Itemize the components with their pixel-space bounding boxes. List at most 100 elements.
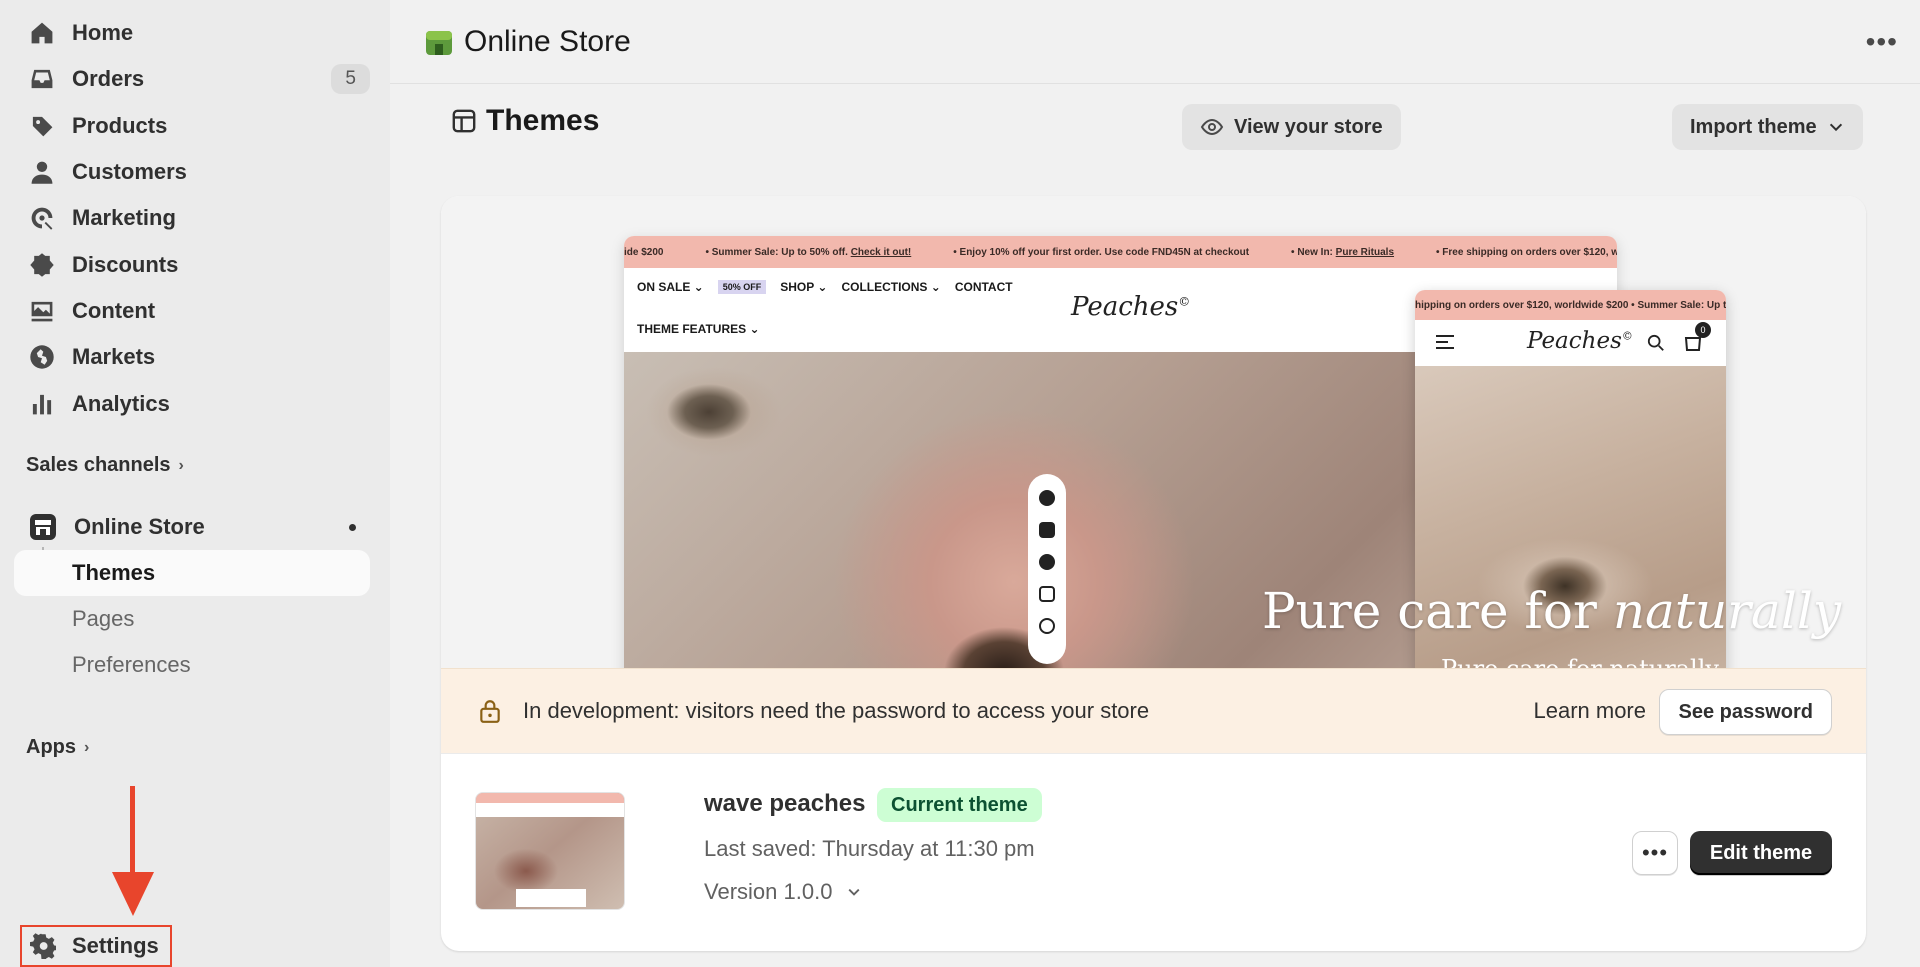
sidebar-item-settings[interactable]: Settings [20,925,172,967]
more-options-icon[interactable]: ••• [1866,26,1898,58]
sidebar-subitem-preferences[interactable]: Preferences [14,642,370,688]
online-store-logo-icon [426,30,452,55]
preview-nav-tag: 50% OFF [717,280,767,294]
edit-theme-button[interactable]: Edit theme [1690,831,1832,875]
sidebar-item-label: Products [72,112,168,138]
sidebar-item-label: Orders [72,66,145,92]
chevron-right-icon: › [178,456,184,474]
theme-thumbnail[interactable] [475,792,625,910]
sidebar-item-analytics[interactable]: Analytics [14,380,370,426]
inbox-icon [28,65,56,93]
import-theme-label: Import theme [1690,115,1817,138]
sidebar: Home Orders 5 Products Customers Marketi… [0,0,390,967]
main-content: Online Store ••• Themes View your store … [390,0,1920,967]
version-dropdown[interactable]: Version 1.0.0 [704,879,862,905]
sidebar-subitem-label: Pages [72,606,135,631]
mobile-navbar: Peaches© 0 [1415,320,1726,366]
bar-chart-icon [28,390,56,418]
sidebar-item-products[interactable]: Products [14,103,370,149]
preview-brand-logo: Peaches© [1071,292,1191,322]
last-saved-text: Last saved: Thursday at 11:30 pm [704,836,1035,861]
sidebar-subitem-themes[interactable]: Themes [14,550,370,596]
announcement-text: • Enjoy 10% off your first order. Use co… [953,246,1250,258]
page-header: Themes [452,104,599,138]
preview-nav-item: COLLECTIONS ⌄ [841,280,941,294]
thumbnail-announcement-bar [476,793,624,803]
preview-nav-item: ON SALE ⌄ [637,280,704,294]
pinterest-icon [1039,554,1055,570]
sidebar-item-discounts[interactable]: Discounts [14,241,370,287]
image-icon [28,297,56,325]
sidebar-item-label: Marketing [72,205,176,231]
sidebar-subitem-label: Themes [72,560,156,585]
cart-count-badge: 0 [1695,322,1711,338]
sidebar-item-content[interactable]: Content [14,288,370,334]
sidebar-item-orders[interactable]: Orders 5 [14,56,370,102]
lock-icon [480,700,500,723]
theme-actions-button[interactable]: ••• [1632,831,1678,875]
sidebar-item-marketing[interactable]: Marketing [14,195,370,241]
sidebar-item-label: Analytics [72,390,170,416]
view-store-label: View your store [1234,115,1383,138]
sidebar-item-label: Discounts [72,251,179,277]
sidebar-item-online-store[interactable]: Online Store [14,507,370,547]
sidebar-item-customers[interactable]: Customers [14,149,370,195]
current-theme-badge: Current theme [877,788,1042,822]
sidebar-item-home[interactable]: Home [14,10,370,56]
announcement-text: • New In: Pure Rituals [1291,246,1395,258]
x-icon [1039,522,1055,538]
mobile-brand-logo: Peaches© [1527,328,1633,354]
orders-count-badge: 5 [331,64,370,95]
sales-channels-label: Sales channels [26,454,171,476]
page-title: Themes [486,104,600,137]
storefront-icon [30,514,56,540]
development-banner: In development: visitors need the passwo… [441,668,1866,754]
sidebar-item-label: Customers [72,159,187,185]
top-bar: Online Store ••• [390,0,1920,84]
development-message: In development: visitors need the passwo… [523,698,1150,723]
annotation-arrow-head [112,872,154,916]
person-icon [28,158,56,186]
discount-icon [28,251,56,279]
sidebar-item-label: Online Store [74,514,205,539]
preview-nav-links: ON SALE ⌄ 50% OFF SHOP ⌄ COLLECTIONS ⌄ C… [637,280,1013,294]
eye-icon [1200,118,1224,136]
view-store-button[interactable]: View your store [1182,104,1401,150]
annotation-arrow-shaft [130,786,135,876]
learn-more-link[interactable]: Learn more [1533,698,1646,724]
sales-channels-link[interactable]: Sales channels › [26,454,184,477]
home-icon [28,19,56,47]
sidebar-item-label: Home [72,20,134,46]
gear-icon [30,932,58,960]
sidebar-item-label: Markets [72,344,156,370]
globe-icon [28,343,56,371]
import-theme-button[interactable]: Import theme [1672,104,1863,150]
menu-icon [1436,335,1454,349]
announcement-text: • Summer Sale: Up to 50% off. Check it o… [705,246,912,258]
sidebar-nav: Home Orders 5 Products Customers Marketi… [14,10,370,427]
search-icon [1647,334,1664,351]
mobile-hero-text: Pure care for naturally [1441,655,1719,668]
facebook-icon [1039,490,1055,506]
preview-nav-item: CONTACT [954,280,1013,294]
see-password-button[interactable]: See password [1659,689,1832,735]
sidebar-item-label: Content [72,297,156,323]
app-title: Online Store [464,24,631,58]
chevron-right-icon: › [84,738,90,756]
current-theme-card: ide $200 • Summer Sale: Up to 50% off. C… [441,196,1866,951]
version-label: Version 1.0.0 [704,879,833,904]
preview-hero-text: Pure care for naturally [1262,582,1842,640]
thumbnail-navbar [476,803,624,817]
apps-label: Apps [26,736,76,758]
moon-icon [1039,618,1055,634]
chevron-down-icon [1829,123,1842,132]
sidebar-item-markets[interactable]: Markets [14,334,370,380]
target-icon [28,204,56,232]
status-dot [349,523,356,531]
sidebar-subitem-pages[interactable]: Pages [14,596,370,642]
apps-link[interactable]: Apps › [26,736,89,759]
preview-social-bar [1028,474,1066,664]
ellipsis-icon: ••• [1641,840,1669,865]
preview-nav-item: SHOP ⌄ [780,280,828,294]
theme-name: wave peaches [704,790,866,817]
